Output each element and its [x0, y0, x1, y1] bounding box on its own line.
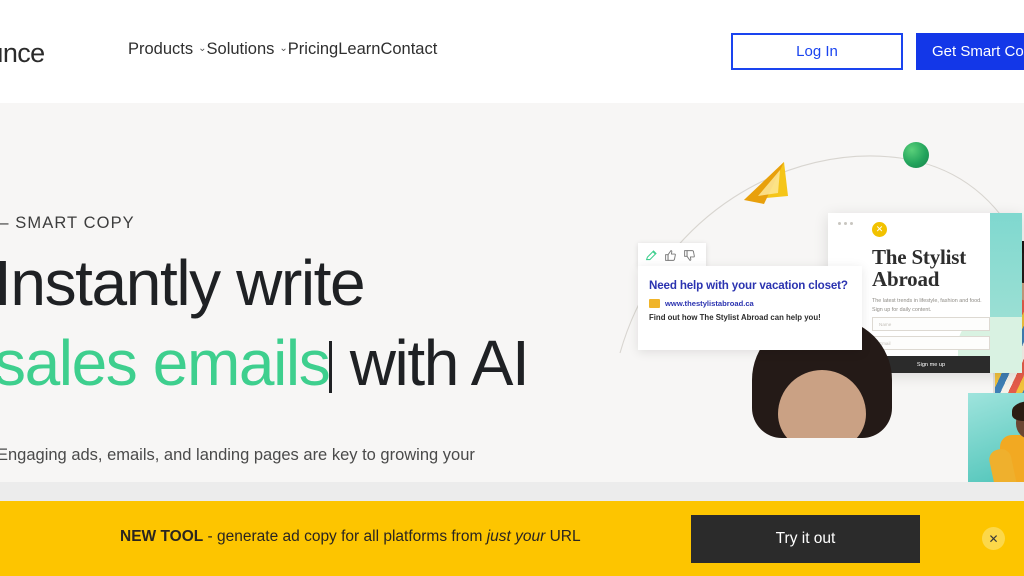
headline-line-2-rest: with AI [333, 327, 530, 399]
nav-label-contact: Contact [380, 40, 438, 58]
hero-headline: Instantly write sales emails with AI [0, 243, 530, 403]
landing-page-heading: The Stylist Abroad [872, 245, 967, 291]
pencil-icon[interactable] [645, 249, 658, 262]
unbounce-logo[interactable]: ounce [0, 38, 45, 69]
promo-text-before: - generate ad copy for all platforms fro… [203, 528, 487, 545]
ad-url: www.thestylistabroad.ca [665, 299, 754, 308]
landing-page-body-text: The latest trends in lifestyle, fashion … [872, 298, 982, 313]
photo-model-bottom [968, 393, 1024, 482]
close-icon[interactable]: ✕ [982, 527, 1005, 550]
login-button[interactable]: Log In [731, 33, 903, 70]
window-dots [838, 222, 853, 225]
promo-text-after: URL [545, 528, 581, 545]
nav-label-products: Products [128, 40, 194, 58]
chevron-down-icon: ⌄ [198, 42, 207, 54]
green-sphere-icon [903, 142, 929, 168]
landing-page-name-input[interactable]: Name [872, 317, 990, 331]
nav-label-learn: Learn [338, 40, 381, 58]
ad-preview-card[interactable]: Need help with your vacation closet? www… [638, 266, 862, 350]
hero-subheading: Engaging ads, emails, and landing pages … [0, 446, 475, 464]
typing-caret [329, 341, 333, 393]
cone-arrow-icon [744, 162, 788, 204]
ad-headline: Need help with your vacation closet? [649, 279, 848, 292]
headline-line-1: Instantly write [0, 247, 366, 319]
ad-card-toolbar[interactable] [638, 243, 706, 267]
landing-page-email-input[interactable]: Email [872, 336, 990, 350]
nav-item-solutions[interactable]: Solutions ⌄ [207, 40, 288, 59]
hero-section: — SMART COPY Instantly write sales email… [0, 103, 1024, 482]
ad-badge-icon [649, 299, 660, 308]
nav-item-learn[interactable]: Learn [338, 40, 380, 59]
promo-banner-text: NEW TOOL - generate ad copy for all plat… [120, 528, 581, 546]
thumbs-up-icon[interactable] [664, 249, 677, 262]
nav-label-pricing: Pricing [287, 40, 339, 58]
window-dot [844, 222, 847, 225]
stylist-logo-icon: ✕ [872, 222, 887, 237]
photo-front-face [778, 370, 866, 438]
main-navigation: Products ⌄ Solutions ⌄ Pricing Learn Con… [128, 40, 437, 59]
nav-item-pricing[interactable]: Pricing [288, 40, 338, 59]
landing-page-name-placeholder: Name [879, 322, 892, 327]
page-divider-strip [0, 482, 1024, 501]
nav-item-contact[interactable]: Contact [380, 40, 437, 59]
nav-item-products[interactable]: Products ⌄ [128, 40, 207, 59]
nav-label-solutions: Solutions [206, 40, 275, 58]
thumbs-down-icon[interactable] [683, 249, 696, 262]
window-dot [850, 222, 853, 225]
get-smart-copy-button[interactable]: Get Smart Copy [916, 33, 1024, 70]
page-root: ounce Products ⌄ Solutions ⌄ Pricing Lea… [0, 0, 1024, 576]
try-it-out-button[interactable]: Try it out [691, 515, 920, 563]
ad-description: Find out how The Stylist Abroad can help… [649, 313, 821, 322]
promo-badge: NEW TOOL [120, 528, 204, 545]
photo-bottom-hair [1012, 401, 1024, 421]
window-dot [838, 222, 841, 225]
headline-green-phrase: sales emails [0, 327, 331, 399]
promo-text-italic: just your [486, 528, 546, 545]
chevron-down-icon: ⌄ [279, 42, 288, 54]
ad-url-row: www.thestylistabroad.ca [649, 299, 754, 308]
hero-eyebrow: — SMART COPY [0, 214, 135, 232]
hero-illustration: ✕ The Stylist Abroad The latest trends i… [600, 103, 1024, 482]
site-header: ounce Products ⌄ Solutions ⌄ Pricing Lea… [0, 0, 1024, 103]
